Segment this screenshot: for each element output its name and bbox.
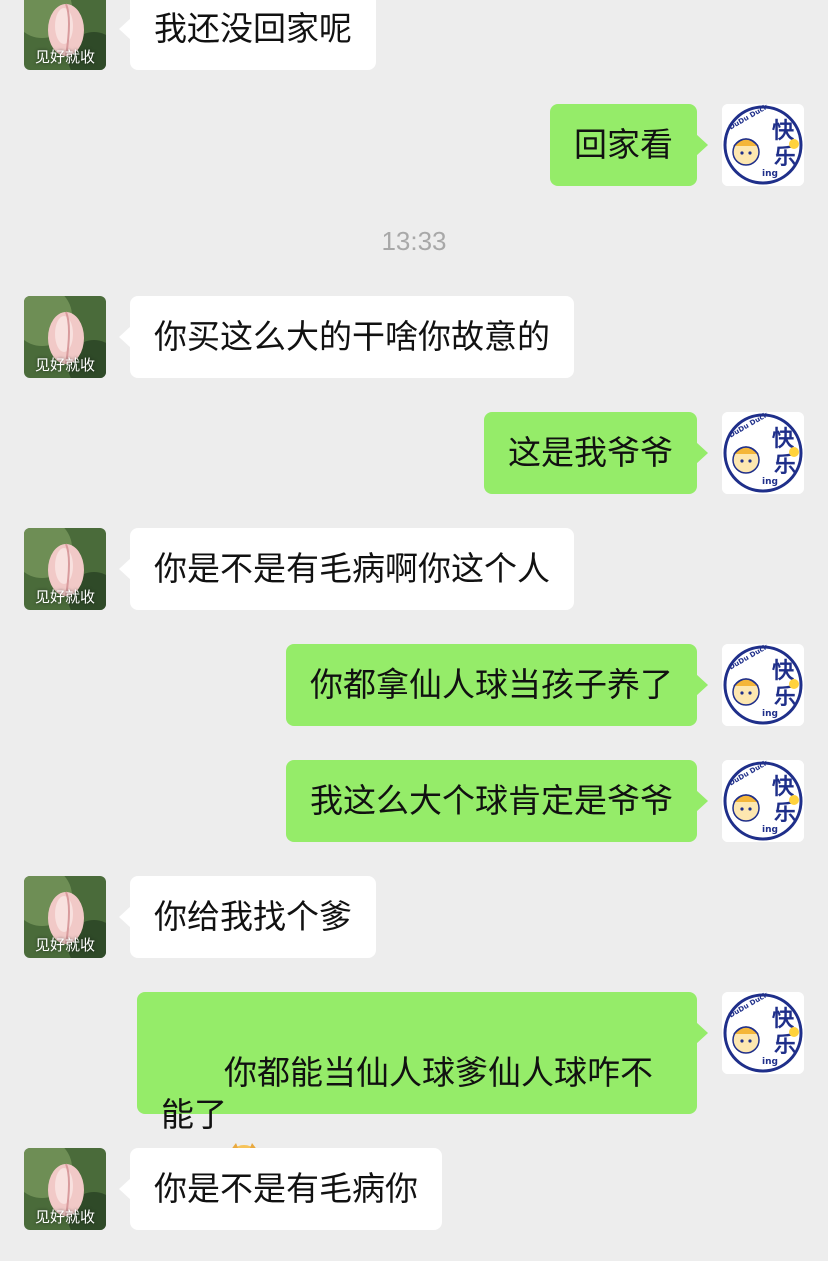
happy-duck-avatar-icon: 快 乐 ing DuDu Duck <box>722 412 804 494</box>
svg-text:ing: ing <box>762 477 778 487</box>
message-bubble[interactable]: 你买这么大的干啥你故意的 <box>119 296 574 378</box>
message-bubble[interactable]: 回家看 <box>550 104 708 186</box>
message-bubble[interactable]: 你是不是有毛病你 <box>119 1148 442 1230</box>
contact-avatar[interactable]: 见好就收 <box>24 1148 106 1230</box>
avatar-caption: 见好就收 <box>34 1208 95 1226</box>
self-avatar[interactable]: 快 乐 ing DuDu Duck <box>722 992 804 1074</box>
svg-text:ing: ing <box>762 1057 778 1067</box>
avatar-caption: 见好就收 <box>34 356 95 374</box>
avatar-caption: 见好就收 <box>34 588 95 606</box>
self-avatar[interactable]: 快 乐 ing DuDu Duck <box>722 104 804 186</box>
svg-text:ing: ing <box>762 169 778 179</box>
message-text: 你都能当仙人球爹仙人球咋不能了 <box>161 1053 653 1134</box>
message-bubble[interactable]: 我还没回家呢 <box>119 0 376 70</box>
self-avatar[interactable]: 快 乐 ing DuDu Duck <box>722 412 804 494</box>
message-bubble[interactable]: 这是我爷爷 <box>484 412 708 494</box>
svg-text:ing: ing <box>762 709 778 719</box>
contact-avatar[interactable]: 见好就收 <box>24 876 106 958</box>
message-bubble[interactable]: 你都拿仙人球当孩子养了 <box>286 644 708 726</box>
svg-text:ing: ing <box>762 825 778 835</box>
contact-avatar[interactable]: 见好就收 <box>24 528 106 610</box>
self-avatar[interactable]: 快 乐 ing DuDu Duck <box>722 644 804 726</box>
message-bubble[interactable]: 你是不是有毛病啊你这个人 <box>119 528 574 610</box>
happy-duck-avatar-icon: 快 乐 ing DuDu Duck <box>722 104 804 186</box>
contact-avatar[interactable]: 见好就收 <box>24 296 106 378</box>
happy-duck-avatar-icon: 快 乐 ing DuDu Duck <box>722 760 804 842</box>
contact-avatar[interactable]: 见好就收 <box>24 0 106 70</box>
timestamp-divider: 13:33 <box>381 226 447 256</box>
avatar-caption: 见好就收 <box>34 48 95 66</box>
happy-duck-avatar-icon: 快 乐 ing DuDu Duck <box>722 992 804 1074</box>
message-bubble[interactable]: 我这么大个球肯定是爷爷 <box>286 760 708 842</box>
chat-message-list[interactable]: 见好就收 我还没回家呢 回家看 快 乐 ing DuDu Duck 13:33 <box>0 0 828 1261</box>
message-bubble[interactable]: 你给我找个爹 <box>119 876 376 958</box>
avatar-caption: 见好就收 <box>34 936 95 954</box>
self-avatar[interactable]: 快 乐 ing DuDu Duck <box>722 760 804 842</box>
happy-duck-avatar-icon: 快 乐 ing DuDu Duck <box>722 644 804 726</box>
message-bubble[interactable]: 你都能当仙人球爹仙人球咋不能了 <box>137 992 708 1177</box>
